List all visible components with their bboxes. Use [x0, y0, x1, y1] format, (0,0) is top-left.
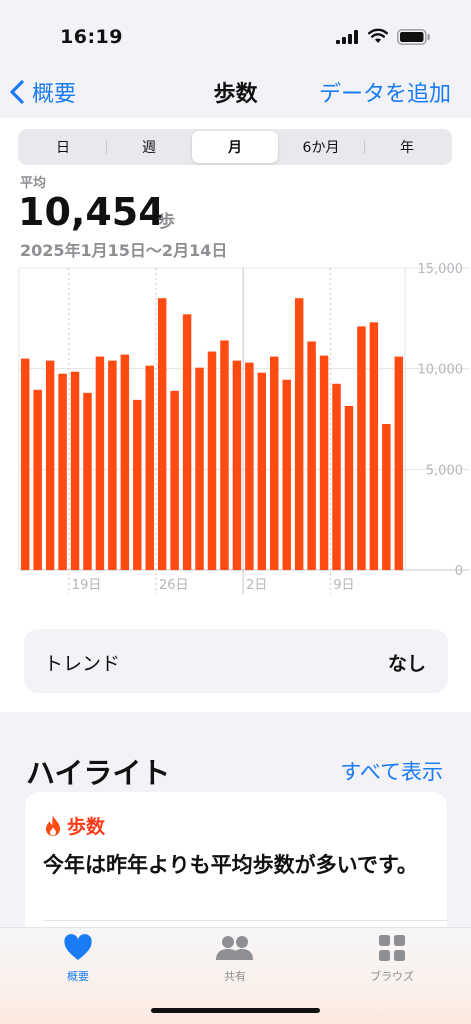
step-bar[interactable]: [270, 356, 279, 570]
step-bar[interactable]: [307, 341, 316, 570]
tab-summary-label: 概要: [67, 970, 89, 983]
step-bar[interactable]: [58, 373, 67, 570]
step-bar[interactable]: [394, 356, 404, 570]
average-label: 平均: [20, 176, 47, 191]
trend-row[interactable]: トレンド なし: [24, 629, 448, 693]
chevron-left-icon: [10, 80, 24, 104]
step-bar[interactable]: [232, 360, 242, 570]
divider: [43, 920, 447, 921]
step-bar[interactable]: [207, 351, 217, 570]
tab-sharing[interactable]: 共有: [180, 934, 290, 984]
people-icon: [216, 936, 253, 960]
segment-day[interactable]: 日: [20, 131, 106, 163]
step-bar[interactable]: [83, 392, 92, 570]
y-tick-label: 10,000: [418, 363, 464, 378]
wifi-icon: [368, 28, 388, 43]
home-indicator: [151, 1008, 320, 1013]
step-bar[interactable]: [282, 379, 291, 570]
step-bar[interactable]: [369, 322, 379, 570]
segment-week[interactable]: 週: [106, 131, 192, 163]
step-bar[interactable]: [120, 354, 130, 570]
flame-icon: [46, 814, 60, 836]
tab-sharing-label: 共有: [224, 970, 246, 983]
segment-month[interactable]: 月: [192, 131, 278, 163]
grid-icon: [379, 935, 405, 961]
navigation-bar: 概要 歩数 データを追加: [0, 62, 471, 118]
y-tick-label: 5,000: [426, 463, 463, 478]
step-bar[interactable]: [145, 365, 154, 570]
segment-six-months[interactable]: 6か月: [278, 131, 364, 163]
step-bar[interactable]: [182, 314, 192, 570]
battery-icon: [397, 29, 430, 45]
step-bar[interactable]: [70, 371, 80, 570]
x-tick-label: 19日: [72, 578, 102, 593]
tab-browse-label: ブラウズ: [370, 970, 414, 983]
step-bar[interactable]: [344, 405, 354, 570]
step-bar[interactable]: [319, 355, 329, 570]
back-button-label: 概要: [32, 82, 77, 107]
y-tick-label: 15,000: [418, 262, 464, 277]
x-tick-label: 2日: [246, 578, 267, 593]
step-bar[interactable]: [133, 399, 142, 570]
segment-year[interactable]: 年: [364, 131, 450, 163]
trend-label: トレンド: [44, 653, 121, 675]
highlight-card-text: 今年は昨年よりも平均歩数が多いです。: [43, 853, 418, 877]
step-bar[interactable]: [332, 383, 341, 570]
cellular-signal-icon: [336, 30, 358, 44]
step-bar[interactable]: [195, 367, 204, 570]
x-tick-label: 26日: [159, 578, 189, 593]
step-bar[interactable]: [357, 326, 366, 570]
steps-bar-chart[interactable]: 0 5,000 10,000 15,000 19日 26日 2日 9日: [0, 258, 471, 603]
x-tick-label: 9日: [333, 578, 354, 593]
step-bar[interactable]: [170, 390, 179, 570]
step-bar[interactable]: [220, 340, 229, 570]
time-range-segmented-control: 日 週 月 6か月 年: [18, 129, 452, 165]
step-bar[interactable]: [245, 362, 254, 570]
step-bar[interactable]: [45, 360, 55, 570]
step-bar[interactable]: [382, 424, 391, 570]
trend-value: なし: [387, 653, 426, 675]
status-time: 16:19: [60, 26, 123, 48]
step-bar[interactable]: [95, 356, 105, 570]
step-bar[interactable]: [257, 372, 267, 570]
back-button[interactable]: 概要: [10, 76, 76, 108]
highlight-card-category: 歩数: [67, 816, 106, 838]
step-bar[interactable]: [33, 389, 42, 570]
average-value: 10,454: [18, 190, 165, 234]
add-data-button[interactable]: データを追加: [319, 76, 451, 108]
show-all-button[interactable]: すべて表示: [340, 756, 443, 786]
tab-browse[interactable]: ブラウズ: [337, 934, 447, 984]
heart-icon: [64, 934, 92, 960]
step-bar[interactable]: [20, 358, 30, 570]
step-bar[interactable]: [157, 298, 167, 570]
step-bar[interactable]: [108, 360, 117, 570]
highlights-title: ハイライト: [26, 756, 171, 790]
highlight-card-header: 歩数: [43, 812, 105, 839]
tab-summary[interactable]: 概要: [23, 934, 133, 984]
status-bar: 16:19: [0, 0, 471, 62]
step-bar[interactable]: [294, 298, 304, 570]
average-unit: 歩: [158, 212, 175, 232]
y-tick-label: 0: [455, 564, 463, 579]
